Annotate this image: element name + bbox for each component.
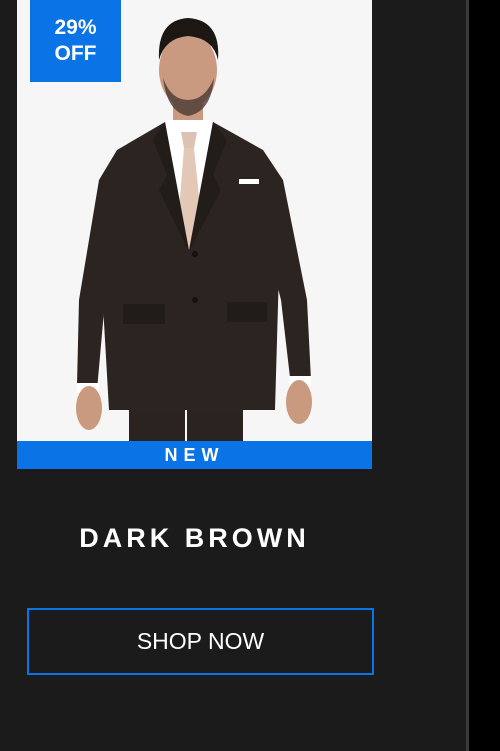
discount-percent: 29% bbox=[54, 16, 97, 39]
panel-divider bbox=[466, 0, 469, 751]
product-card[interactable]: 29% OFF NEW DARK BROWN SHOP NOW bbox=[0, 0, 466, 751]
discount-badge: 29% OFF bbox=[30, 0, 121, 82]
product-title[interactable]: DARK BROWN bbox=[17, 520, 372, 556]
adjacent-panel-edge bbox=[466, 0, 500, 751]
shop-now-button[interactable]: SHOP NOW bbox=[27, 608, 374, 675]
new-ribbon: NEW bbox=[17, 441, 372, 469]
discount-off-label: OFF bbox=[54, 42, 97, 65]
